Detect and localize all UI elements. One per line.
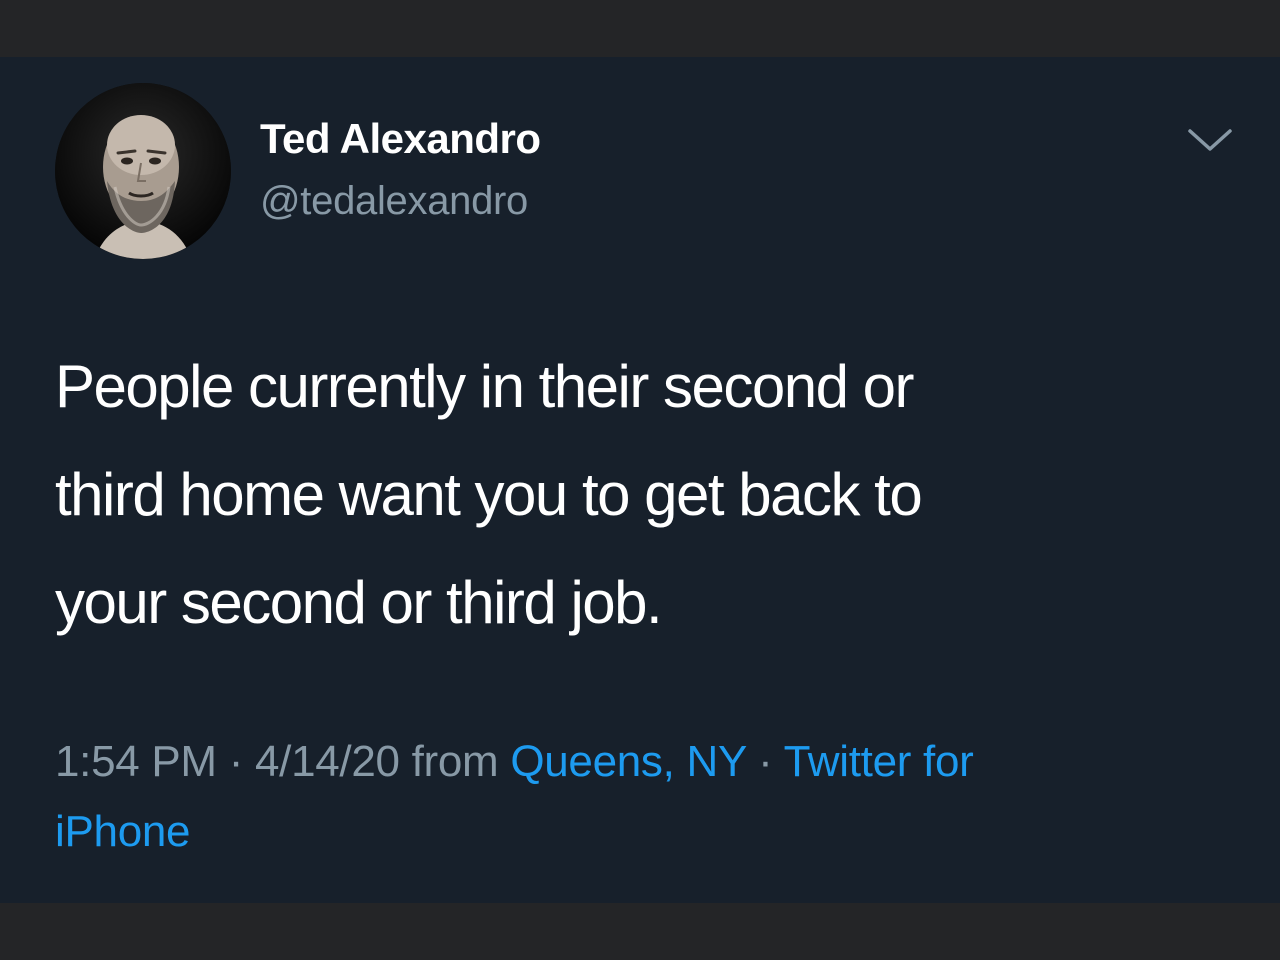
meta-separator: · [216, 737, 255, 786]
location-link[interactable]: Queens, NY [510, 737, 746, 786]
source-link-continued[interactable]: iPhone [55, 807, 191, 856]
tweet-meta-line-2: iPhone [55, 797, 1235, 867]
avatar-image [55, 83, 231, 259]
tweet-meta: 1:54 PM · 4/14/20 from Queens, NY · Twit… [55, 727, 1235, 867]
from-label: from [399, 737, 511, 786]
tweet-text-line: your second or third job. [55, 569, 663, 636]
author-display-name[interactable]: Ted Alexandro [260, 115, 541, 163]
tweet-text-line: People currently in their second or [55, 353, 915, 420]
chevron-down-icon[interactable] [1182, 121, 1238, 161]
author-handle[interactable]: @tedalexandro [260, 179, 528, 224]
tweet-card: Ted Alexandro @tedalexandro People curre… [0, 57, 1280, 903]
profile-avatar[interactable] [55, 83, 231, 259]
tweet-meta-line-1: 1:54 PM · 4/14/20 from Queens, NY · Twit… [55, 727, 1235, 797]
tweet-time: 1:54 PM [55, 737, 217, 786]
screenshot-frame: Ted Alexandro @tedalexandro People curre… [0, 0, 1280, 960]
meta-separator: · [746, 737, 784, 786]
tweet-date: 4/14/20 [254, 737, 400, 786]
source-link[interactable]: Twitter for [784, 737, 974, 786]
tweet-text: People currently in their second or thir… [55, 333, 1205, 657]
tweet-text-line: third home want you to get back to [55, 461, 923, 528]
